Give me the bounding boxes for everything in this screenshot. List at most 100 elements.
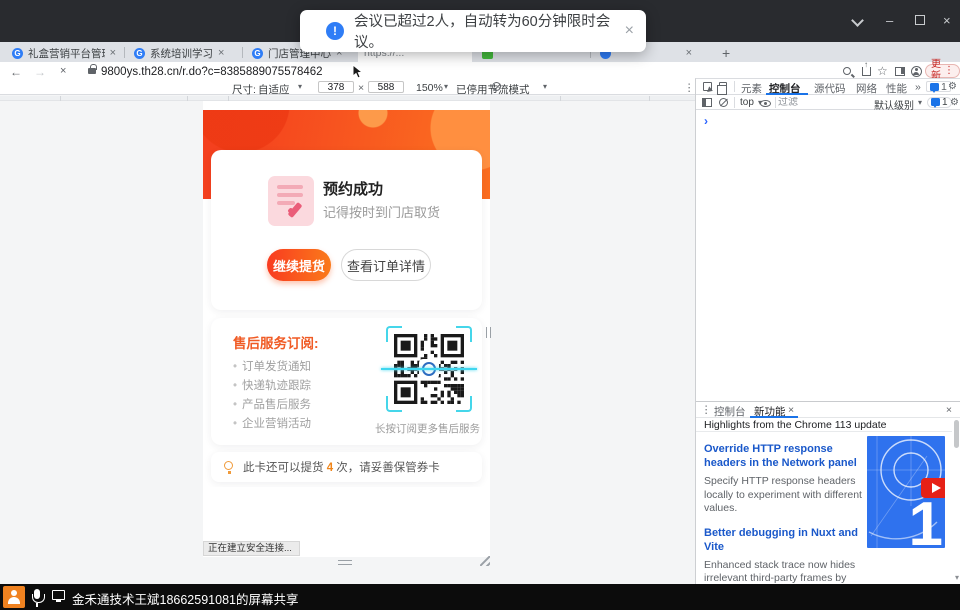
context-select[interactable]: top (740, 97, 754, 108)
whatsnew-video-thumbnail[interactable]: 1 (867, 436, 945, 548)
gear-icon[interactable]: ⚙ (948, 81, 957, 92)
console-settings-icon[interactable]: ⚙ (950, 97, 959, 108)
meeting-toast: ! 会议已超过2人，自动转为60分钟限时会议。 × (300, 10, 646, 52)
tab-close-icon[interactable]: × (110, 47, 116, 59)
info-icon: ! (326, 22, 344, 40)
dimensions-mode-select[interactable]: 自适应 (258, 82, 290, 97)
log-levels-select[interactable]: 默认级别 (874, 97, 914, 112)
view-order-button[interactable]: 查看订单详情 (341, 249, 431, 281)
screen-share-bar: 金禾通技术王斌18662591081的屏幕共享 (0, 584, 960, 610)
tab-title: 系统培训学习 (150, 46, 213, 61)
qr-code[interactable] (386, 326, 472, 412)
rotate-device-icon[interactable] (492, 82, 501, 91)
pickup-tip-bar: 此卡还可以提货 4 次，请妥善保管券卡 (211, 452, 482, 482)
inspect-element-icon[interactable] (703, 82, 712, 91)
qr-caption: 长按订阅更多售后服务 (375, 421, 480, 436)
tab-training[interactable]: G 系统培训学习 × (128, 44, 240, 62)
issues-chip[interactable]: 1 (927, 97, 952, 108)
whatsnew-link-2[interactable]: Better debugging in Nuxt and Vite (704, 526, 870, 554)
drawer-menu-icon[interactable]: ⋮ (701, 404, 712, 416)
forward-icon[interactable]: → (34, 65, 46, 79)
toast-message: 会议已超过2人，自动转为60分钟限时会议。 (354, 10, 625, 52)
dimensions-label: 尺寸: (232, 82, 256, 97)
tab-network[interactable]: 网络 (856, 81, 877, 96)
screen-icon[interactable] (52, 590, 65, 600)
screen: – × G 礼盒营销平台管理中心 × G 系统培训学习 × G 门店管理中心 ×… (0, 0, 960, 610)
issues-icon (930, 83, 939, 91)
issues-icon (931, 98, 940, 106)
presenter-avatar-icon[interactable] (3, 586, 25, 608)
clear-console-icon[interactable] (719, 98, 728, 107)
success-title: 预约成功 (323, 178, 383, 199)
chevron-down-icon: ▾ (918, 98, 922, 107)
tab-divider (242, 47, 243, 58)
device-toggle-icon[interactable] (719, 82, 727, 92)
tab-divider (124, 47, 125, 58)
console-toolbar: top ▾ 默认级别 ▾ 1 ⚙ (696, 95, 960, 110)
share-icon[interactable] (862, 67, 871, 76)
device-toolbar: 尺寸: 自适应 ▾ × 150% ▾ 已停用节流模式 ▾ ⋮ (0, 80, 695, 95)
drawer-tab-console[interactable]: 控制台 (714, 404, 746, 419)
subscribe-card: 售后服务订阅: •订单发货通知 •快递轨迹跟踪 •产品售后服务 •企业营销活动 … (211, 318, 482, 445)
viewport-width-input[interactable] (318, 81, 354, 93)
window-minimize-icon[interactable]: – (886, 14, 893, 27)
live-expression-icon[interactable] (760, 100, 771, 107)
tab-elements[interactable]: 元素 (741, 81, 762, 96)
scroll-down-icon[interactable]: ▾ (955, 573, 959, 582)
whatsnew-desc-1: Specify HTTP response headers locally to… (704, 475, 870, 516)
tab-performance[interactable]: 性能 (886, 81, 907, 96)
console-sidebar-icon[interactable] (702, 98, 712, 107)
times-label: × (358, 82, 364, 94)
back-icon[interactable]: ← (10, 65, 22, 79)
device-toolbar-more-icon[interactable]: ⋮ (684, 82, 695, 94)
site-favicon: G (12, 48, 23, 59)
url-text[interactable]: 9800ys.th28.cn/r.do?c=8385889075578462 (101, 66, 323, 78)
list-item: •快递轨迹跟踪 (233, 377, 311, 396)
status-bubble: 正在建立安全连接... (203, 541, 300, 556)
viewport-resize-handle-corner[interactable] (480, 556, 490, 566)
devtools-drawer: ⋮ 控制台 新功能 × × Highlights from the Chrome… (696, 401, 960, 585)
tab-gift-platform[interactable]: G 礼盒营销平台管理中心 × (6, 44, 122, 62)
more-tabs-icon[interactable]: » (915, 81, 921, 93)
console-filter-input[interactable] (778, 97, 870, 109)
zoom-level-select[interactable]: 150% (416, 82, 443, 94)
viewport-height-input[interactable] (368, 81, 404, 93)
whatsnew-header: Highlights from the Chrome 113 update (696, 418, 952, 432)
secure-lock-icon[interactable] (88, 68, 96, 74)
lightbulb-icon (224, 461, 233, 470)
microphone-icon[interactable] (34, 589, 40, 599)
list-item: •企业营销活动 (233, 415, 311, 434)
new-tab-button[interactable]: + (722, 45, 730, 61)
drawer-scrollbar-thumb[interactable] (954, 420, 959, 448)
chevron-down-icon: ▾ (298, 82, 302, 91)
window-close-icon[interactable]: × (943, 14, 951, 27)
zoom-icon[interactable] (843, 67, 851, 75)
drawer-tabbar: ⋮ 控制台 新功能 × × (696, 402, 960, 418)
tab-close-icon[interactable]: × (218, 47, 224, 59)
toast-close-icon[interactable]: × (625, 22, 634, 40)
console-prompt[interactable]: › (704, 114, 708, 128)
viewport-resize-handle-bottom[interactable] (338, 560, 352, 565)
tab-close-icon[interactable]: × (686, 47, 692, 59)
chrome-update-button[interactable]: 更新 ⋮ (925, 64, 960, 78)
subscribe-title: 售后服务订阅: (233, 332, 319, 352)
drawer-tab-close-icon[interactable]: × (788, 404, 794, 416)
bookmark-star-icon[interactable]: ☆ (877, 64, 888, 78)
viewport-resize-handle-right[interactable] (486, 327, 491, 338)
drawer-close-icon[interactable]: × (946, 404, 952, 416)
devtools-tabbar: 元素 控制台 源代码 网络 性能 » 1 ⚙ (696, 79, 960, 95)
window-restore-chevron-icon[interactable] (851, 14, 864, 27)
menu-dots-icon: ⋮ (944, 65, 954, 77)
share-status-text: 金禾通技术王斌18662591081的屏幕共享 (72, 589, 298, 608)
tip-text: 此卡还可以提货 4 次，请妥善保管券卡 (243, 459, 440, 475)
side-panel-icon[interactable] (895, 67, 905, 76)
list-item: •订单发货通知 (233, 358, 311, 377)
whatsnew-link-1[interactable]: Override HTTP response headers in the Ne… (704, 442, 870, 470)
continue-pickup-button[interactable]: 继续提货 (267, 249, 331, 281)
tab-sources[interactable]: 源代码 (814, 81, 846, 96)
stop-loading-icon[interactable]: × (60, 65, 66, 77)
window-maximize-icon[interactable] (915, 15, 925, 25)
list-item: •产品售后服务 (233, 396, 311, 415)
devtools-panel: 元素 控制台 源代码 网络 性能 » 1 ⚙ top ▾ 默认级别 ▾ (695, 78, 960, 584)
profile-avatar[interactable] (911, 66, 922, 77)
